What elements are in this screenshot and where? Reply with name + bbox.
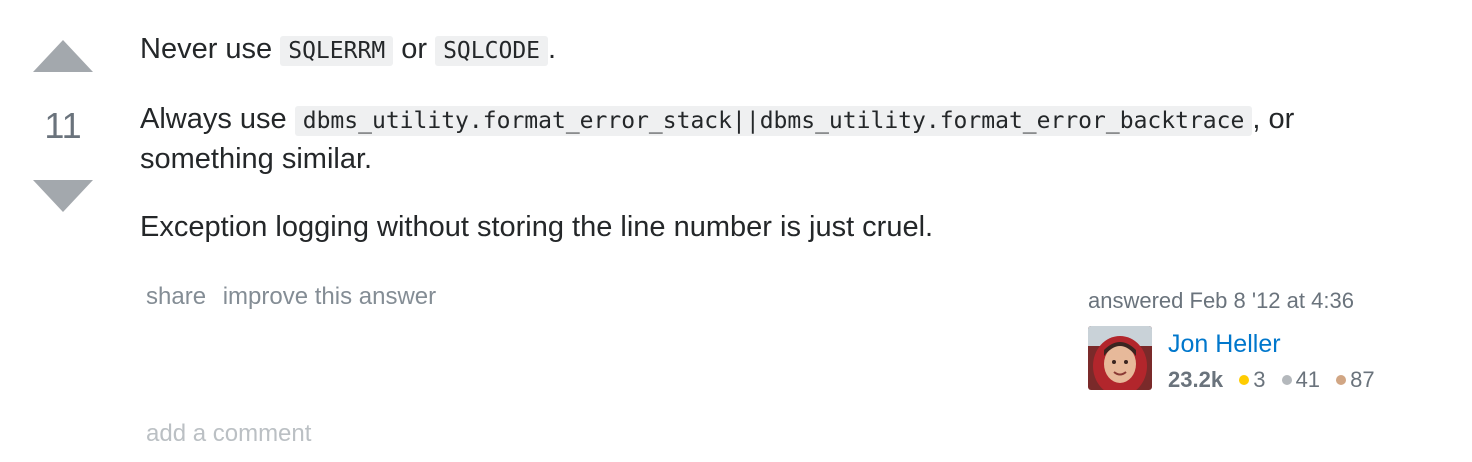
user-name-link[interactable]: Jon Heller (1168, 330, 1375, 359)
paragraph-3: Exception logging without storing the li… (140, 211, 934, 243)
p1-before: Never use (140, 33, 281, 65)
upvote-arrow-icon[interactable] (33, 40, 93, 72)
user-signature: answered Feb 8 '12 at 4:36 Jon Heller 23… (1088, 288, 1375, 393)
gold-badge-count: 3 (1253, 367, 1266, 392)
user-details: Jon Heller 23.2k 3 41 87 (1168, 326, 1375, 393)
post-menu: share improve this answer (146, 283, 446, 311)
paragraph-1: Never use SQLERRM or SQLCODE. (140, 30, 1420, 70)
silver-badge-icon (1281, 375, 1292, 386)
p1-mid: or (393, 33, 436, 65)
share-link[interactable]: share (146, 283, 206, 310)
user-info: Jon Heller 23.2k 3 41 87 (1088, 326, 1375, 393)
code-sqlerrm: SQLERRM (280, 36, 394, 66)
improve-answer-link[interactable]: improve this answer (223, 283, 436, 310)
p2-before: Always use (140, 103, 295, 135)
vote-count: 11 (44, 105, 82, 146)
add-comment-link[interactable]: add a comment (146, 420, 311, 448)
bronze-badge-count: 87 (1350, 367, 1375, 392)
paragraph-2: Always use dbms_utility.format_error_sta… (140, 100, 1420, 178)
answered-timestamp: answered Feb 8 '12 at 4:36 (1088, 288, 1354, 313)
reputation-line: 23.2k 3 41 87 (1168, 367, 1375, 393)
code-format-error: dbms_utility.format_error_stack||dbms_ut… (294, 106, 1253, 136)
downvote-arrow-icon[interactable] (33, 180, 93, 212)
bronze-badge-icon (1336, 375, 1347, 386)
user-avatar[interactable] (1088, 326, 1152, 390)
gold-badge-icon (1239, 375, 1250, 386)
silver-badge-count: 41 (1295, 367, 1321, 392)
p1-after: . (548, 33, 557, 65)
answer-body: Never use SQLERRM or SQLCODE. Always use… (140, 30, 1420, 276)
reputation-score: 23.2k (1168, 367, 1224, 392)
code-sqlcode: SQLCODE (435, 36, 549, 66)
vote-cell: 11 (30, 40, 96, 212)
